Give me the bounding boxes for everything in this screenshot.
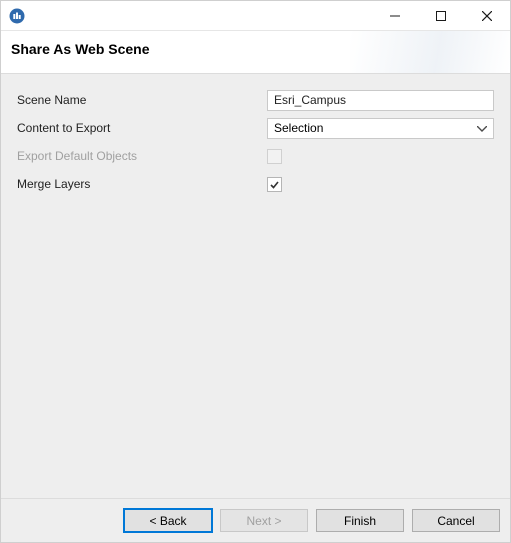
next-button: Next > bbox=[220, 509, 308, 532]
content-to-export-select[interactable]: Selection bbox=[267, 118, 494, 139]
back-button[interactable]: < Back bbox=[124, 509, 212, 532]
row-content-to-export: Content to Export Selection bbox=[17, 116, 494, 140]
export-default-objects-label: Export Default Objects bbox=[17, 149, 267, 163]
minimize-button[interactable] bbox=[372, 1, 418, 31]
dialog-header: Share As Web Scene bbox=[1, 31, 510, 73]
next-button-label: Next > bbox=[246, 514, 281, 528]
row-export-default-objects: Export Default Objects bbox=[17, 144, 494, 168]
cancel-button-label: Cancel bbox=[437, 514, 474, 528]
dialog-footer: < Back Next > Finish Cancel bbox=[1, 498, 510, 542]
app-icon bbox=[9, 8, 25, 24]
merge-layers-checkbox[interactable] bbox=[267, 177, 282, 192]
back-button-label: < Back bbox=[149, 514, 186, 528]
content-to-export-value: Selection bbox=[274, 121, 323, 135]
dialog-title: Share As Web Scene bbox=[11, 41, 500, 57]
scene-name-label: Scene Name bbox=[17, 93, 267, 107]
maximize-button[interactable] bbox=[418, 1, 464, 31]
chevron-down-icon bbox=[477, 121, 487, 135]
dialog-body: Scene Name Content to Export Selection E… bbox=[1, 73, 510, 498]
scene-name-input[interactable] bbox=[267, 90, 494, 111]
titlebar bbox=[1, 1, 510, 31]
finish-button[interactable]: Finish bbox=[316, 509, 404, 532]
cancel-button[interactable]: Cancel bbox=[412, 509, 500, 532]
finish-button-label: Finish bbox=[344, 514, 376, 528]
window-controls bbox=[372, 1, 510, 31]
dialog-window: Share As Web Scene Scene Name Content to… bbox=[0, 0, 511, 543]
row-scene-name: Scene Name bbox=[17, 88, 494, 112]
row-merge-layers: Merge Layers bbox=[17, 172, 494, 196]
close-button[interactable] bbox=[464, 1, 510, 31]
merge-layers-label: Merge Layers bbox=[17, 177, 267, 191]
export-default-objects-checkbox bbox=[267, 149, 282, 164]
content-to-export-label: Content to Export bbox=[17, 121, 267, 135]
